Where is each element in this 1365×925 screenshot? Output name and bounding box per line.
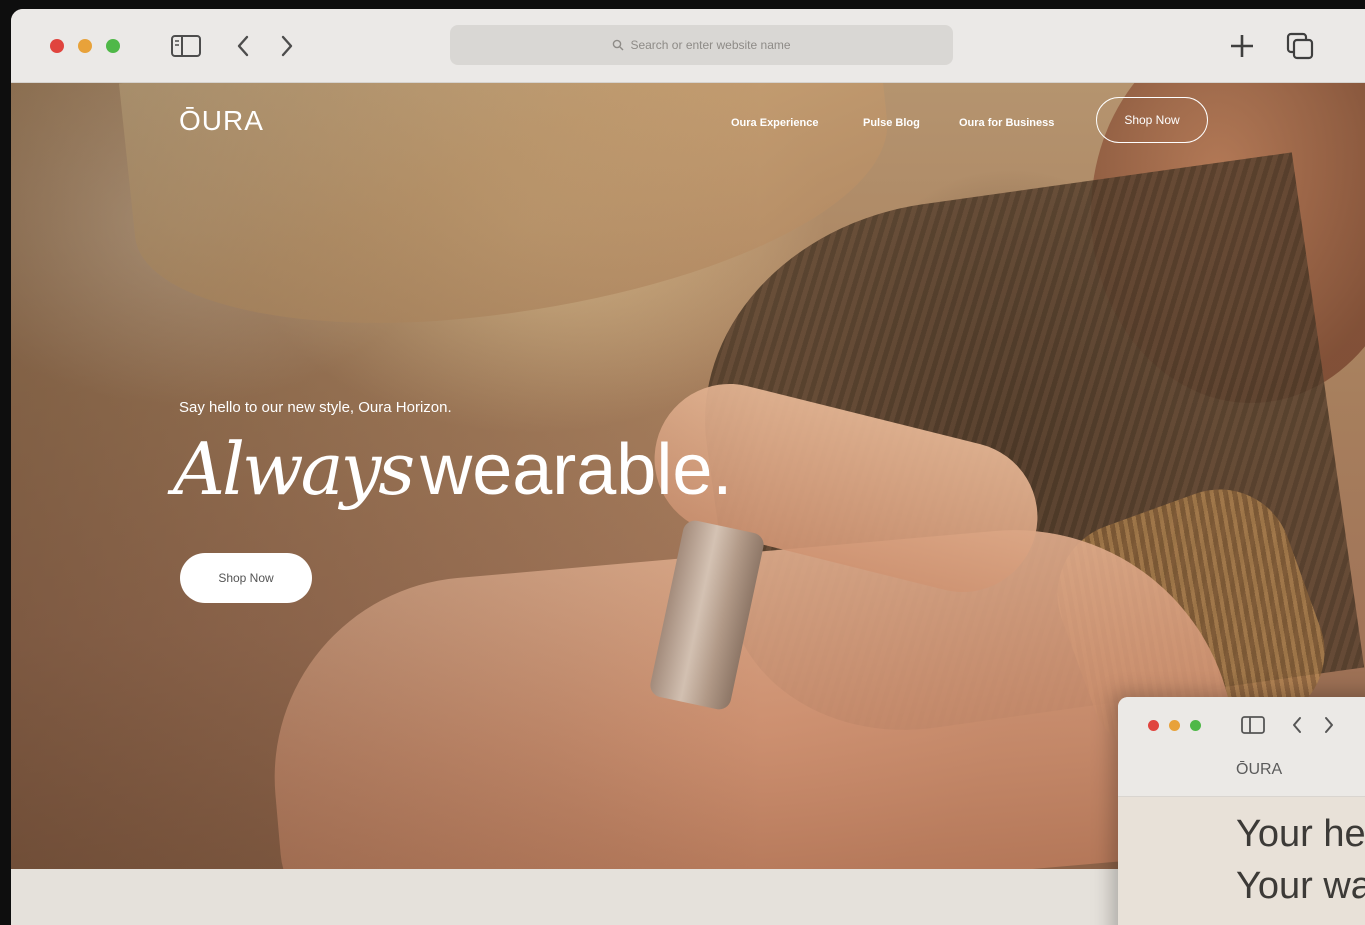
plus-icon[interactable]: [1225, 31, 1259, 61]
secondary-page-content: Your he Your wa: [1118, 797, 1365, 925]
headline-italic: Always: [173, 427, 415, 511]
nav-oura-experience[interactable]: Oura Experience: [731, 117, 818, 129]
secondary-toolbar: ŌURA: [1118, 697, 1365, 797]
headline-rest: wearable.: [420, 430, 733, 510]
secondary-browser-window: ŌURA Your he Your wa: [1118, 697, 1365, 925]
close-window-button[interactable]: [50, 39, 64, 53]
address-bar[interactable]: Search or enter website name: [450, 25, 953, 65]
secondary-headline-line-1: Your he: [1236, 813, 1365, 855]
hero-headline: Always wearable.: [173, 433, 732, 506]
site-logo[interactable]: ŌURA: [179, 105, 264, 137]
hero-kicker: Say hello to our new style, Oura Horizon…: [179, 399, 452, 416]
secondary-close-button[interactable]: [1148, 720, 1159, 731]
chevron-left-icon[interactable]: [229, 31, 257, 61]
secondary-minimize-button[interactable]: [1169, 720, 1180, 731]
nav-shop-now-button[interactable]: Shop Now: [1096, 97, 1208, 143]
search-icon: [612, 39, 624, 51]
hero-shop-now-button[interactable]: Shop Now: [180, 553, 312, 603]
minimize-window-button[interactable]: [78, 39, 92, 53]
sidebar-icon[interactable]: [169, 31, 203, 61]
secondary-chevron-left-icon[interactable]: [1290, 713, 1304, 737]
chevron-right-icon[interactable]: [273, 31, 301, 61]
nav-oura-for-business[interactable]: Oura for Business: [959, 117, 1054, 129]
browser-toolbar: Search or enter website name: [11, 9, 1365, 83]
tabs-icon[interactable]: [1283, 31, 1317, 61]
secondary-maximize-button[interactable]: [1190, 720, 1201, 731]
address-placeholder: Search or enter website name: [630, 38, 791, 52]
secondary-chevron-right-icon[interactable]: [1322, 713, 1336, 737]
secondary-sidebar-icon[interactable]: [1240, 713, 1266, 737]
nav-pulse-blog[interactable]: Pulse Blog: [863, 117, 920, 129]
secondary-site-logo[interactable]: ŌURA: [1236, 761, 1282, 779]
maximize-window-button[interactable]: [106, 39, 120, 53]
secondary-headline-line-2: Your wa: [1236, 865, 1365, 907]
